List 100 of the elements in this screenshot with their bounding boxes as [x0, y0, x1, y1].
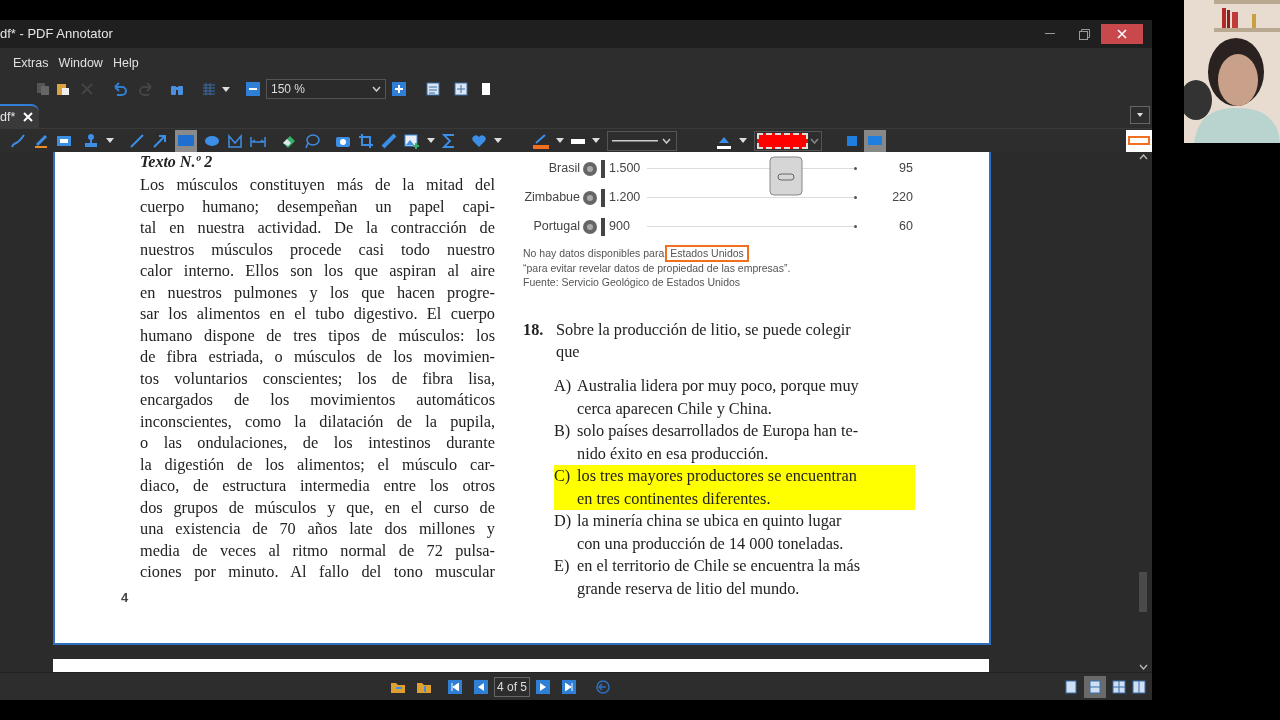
minimize-icon [1045, 33, 1055, 35]
bar [601, 188, 605, 207]
answer-option[interactable]: A) Australia lidera por muy poco, porque muy cerca aparecen Chile y China. [554, 375, 913, 420]
pen-color-icon[interactable] [533, 132, 549, 149]
line-style-dropdown[interactable] [607, 130, 677, 151]
close-button[interactable] [1101, 24, 1143, 44]
value-label: 900 [609, 218, 631, 236]
sigma-icon[interactable] [442, 132, 456, 149]
page-field[interactable]: 4 of 5 [494, 677, 530, 697]
next-icon [540, 683, 546, 691]
polygon-icon[interactable] [227, 132, 243, 149]
ruler-icon[interactable] [381, 132, 397, 149]
crop-icon[interactable] [358, 132, 374, 149]
folder-icon[interactable] [416, 680, 432, 694]
dropdown-button[interactable] [1130, 106, 1150, 124]
marked-text: Estados Unidos [665, 245, 749, 262]
zoom-out-button[interactable] [246, 82, 260, 96]
rectangle-icon [178, 135, 194, 146]
caret-icon[interactable] [494, 138, 502, 143]
bar [601, 159, 605, 178]
shape-swatch[interactable] [1126, 129, 1152, 152]
next-page-button[interactable] [536, 680, 550, 694]
page-icon [1088, 679, 1102, 694]
rectangle-tool-button[interactable] [175, 129, 197, 152]
question-number: 18. [523, 319, 545, 341]
note-text: No hay datos disponibles para [523, 247, 665, 260]
pen-icon[interactable] [10, 132, 26, 149]
value-label: 1.200 [609, 189, 642, 207]
chevron-down-icon [810, 137, 819, 144]
chevron-down-icon [372, 86, 381, 92]
value-label: 95 [899, 160, 913, 178]
page-icon[interactable] [426, 82, 440, 96]
rectangle-outline-icon [1128, 136, 1150, 145]
caret-icon[interactable] [556, 138, 564, 143]
chevron-down-icon [662, 137, 671, 144]
question-text: Sobre la producción de litio, se puede colegir que [556, 319, 852, 363]
value-label: 60 [899, 218, 913, 236]
menu-item[interactable]: Extras [12, 53, 50, 73]
plus-icon [395, 85, 403, 93]
line-width-icon[interactable] [571, 136, 585, 145]
country-label: Portugal [532, 218, 580, 236]
caret-icon[interactable] [592, 138, 600, 143]
lasso-icon[interactable] [304, 132, 320, 149]
scrollbar-thumb[interactable] [1139, 572, 1147, 612]
handle-icon [769, 156, 803, 196]
two-page-icon[interactable] [1112, 679, 1126, 694]
flag-icon [583, 190, 597, 205]
arrow-icon[interactable] [152, 132, 168, 149]
single-page-icon[interactable] [1064, 679, 1078, 694]
line-style-icon [612, 139, 658, 142]
color-dropdown[interactable] [754, 130, 822, 151]
scroll-down-icon[interactable] [1138, 664, 1148, 670]
country-label: Brasil [547, 160, 580, 178]
caret-icon[interactable] [739, 138, 747, 143]
caret-icon[interactable] [106, 138, 114, 143]
heart-icon[interactable] [471, 132, 487, 149]
last-page-icon [565, 683, 573, 691]
page-icon[interactable] [454, 82, 468, 96]
undo-icon[interactable] [112, 82, 128, 96]
answer-option[interactable]: E) en el territorio de Chile se encuentra la más grande reserva de litio del mundo. [554, 555, 913, 600]
folder-icon[interactable] [390, 680, 406, 694]
note-text: “para evitar revelar datos de propiedad de las empresas”. [523, 262, 792, 275]
menu-item[interactable]: Help [111, 53, 140, 73]
stamp-icon[interactable] [83, 132, 99, 149]
first-page-button[interactable] [448, 680, 462, 694]
value-label: 1.500 [609, 160, 642, 178]
wide-rectangle-button[interactable] [864, 129, 886, 152]
scroll-up-icon[interactable] [1138, 154, 1148, 160]
two-page-continuous-icon[interactable] [1132, 679, 1146, 694]
value-label: 220 [892, 189, 913, 207]
source-text: Fuente: Servicio Geológico de Estados Unidos [523, 276, 742, 289]
answer-option[interactable]: D) la minería china se ubica en quinto lugar con una producción de 14 000 toneladas. [554, 510, 913, 555]
copy-icon[interactable] [36, 82, 50, 96]
menu-item[interactable]: Window [57, 53, 104, 73]
answer-option[interactable]: C) los tres mayores productores se encuentran en tres continentes diferentes. [554, 465, 915, 510]
paste-icon[interactable] [56, 82, 70, 96]
continuous-view-button[interactable] [1084, 675, 1106, 698]
caret-icon [1137, 113, 1143, 117]
answer-option[interactable]: B) solo países desarrollados de Europa han te- nido éxito en esa producción. [554, 420, 913, 465]
last-page-button[interactable] [562, 680, 576, 694]
bar [601, 217, 605, 236]
back-icon[interactable] [596, 680, 610, 694]
caret-icon[interactable] [427, 138, 435, 143]
line-icon[interactable] [129, 132, 145, 149]
highlighter-icon[interactable] [33, 132, 49, 149]
page-icon[interactable] [482, 82, 492, 96]
close-icon [1117, 29, 1127, 39]
caret-icon[interactable] [222, 86, 230, 92]
text-title: Texto N.º 2 [140, 153, 214, 171]
close-icon[interactable] [23, 112, 34, 122]
previous-page-button[interactable] [474, 680, 488, 694]
color-swatch [757, 132, 809, 149]
square-icon[interactable] [847, 135, 857, 146]
zoom-field[interactable]: 150 % [266, 79, 386, 99]
image-icon[interactable] [404, 132, 420, 149]
previous-icon [478, 683, 484, 691]
document-tab[interactable]: df* [0, 104, 40, 128]
zoom-in-button[interactable] [392, 82, 406, 96]
paragraph: Los músculos constituyen más de la mitad del cuerpo humano; desempeñan un papel capi- tal en nuestra actividad. De la contracción de nuestros músculos procede casi todo nuestro calor interno. Ellos son los que aspiran al aire en nuestros pulmones y los que hacen progre- sar los alimentos en el tubo digestivo. El cuerpo humano dispone de tres tipos de músculos: los de fibra estriada, o músculos de los movimien- tos voluntarios conscientes; los de fibra lisa, encargados de los movimientos automáticos inconscientes, como la dilatación de la pupila, o las ondulaciones, de los intestinos durante la digestión de los alimentos; el músculo car- diaco, de estructura intermedia entre los otros dos grupos de músculos y que, en el curso de una existencia de 70 años late dos millones y media de veces al ritmo normal de 72 pulsa- ciones por minuto. Al fallo del tono muscular [140, 174, 495, 583]
restore-icon [1078, 28, 1090, 40]
